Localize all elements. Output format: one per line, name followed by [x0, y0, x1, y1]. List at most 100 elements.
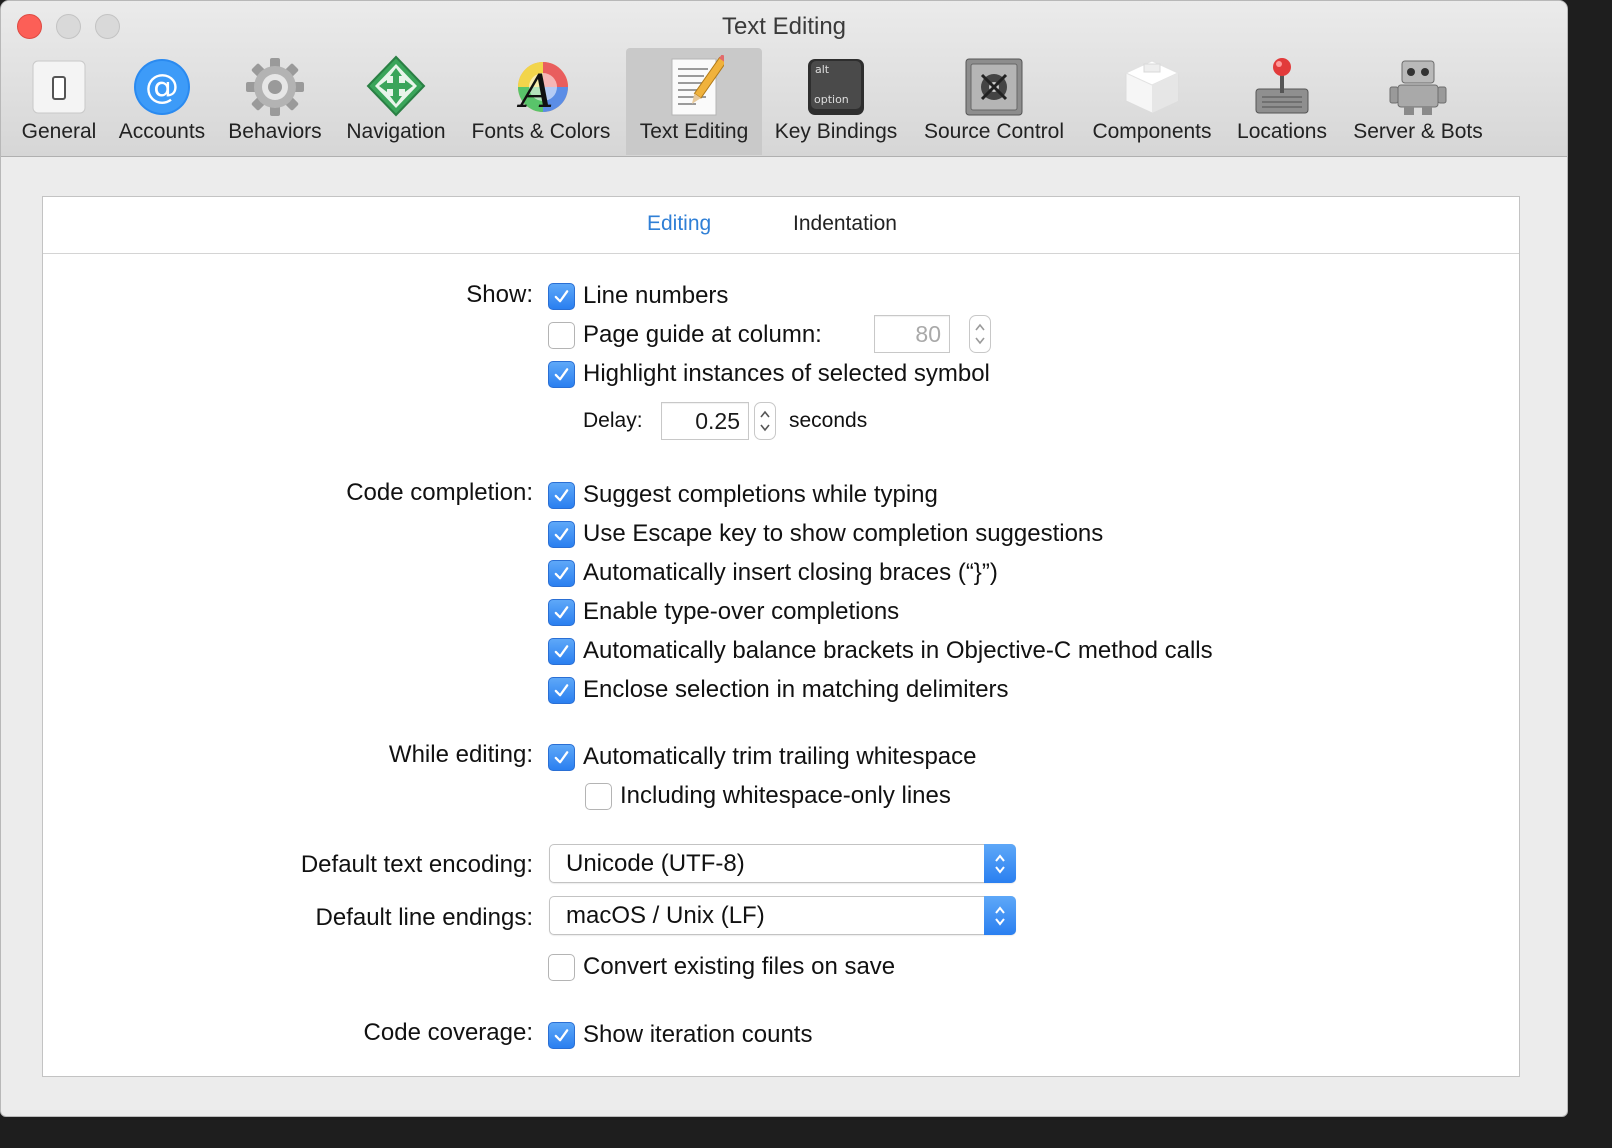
chevron-up-down-icon: [984, 844, 1016, 883]
encoding-popup[interactable]: Unicode (UTF-8): [549, 844, 1016, 883]
highlight-label: Highlight instances of selected symbol: [583, 360, 990, 387]
type-over-checkbox[interactable]: [548, 598, 575, 626]
line-endings-popup[interactable]: macOS / Unix (LF): [549, 896, 1016, 935]
toolbar-item-source-control[interactable]: Source Control: [914, 48, 1074, 155]
highlight-option[interactable]: Highlight instances of selected symbol: [548, 359, 990, 389]
enclose-selection-option[interactable]: Enclose selection in matching delimiters: [548, 675, 1009, 705]
navigation-arrows-icon: [366, 55, 426, 117]
suggest-completions-label: Suggest completions while typing: [583, 481, 938, 508]
while-editing-label: While editing:: [388, 741, 533, 768]
balance-brackets-option[interactable]: Automatically balance brackets in Object…: [548, 636, 1213, 666]
balance-brackets-checkbox[interactable]: [548, 637, 575, 665]
enclose-selection-checkbox[interactable]: [548, 676, 575, 704]
trim-whitespace-checkbox[interactable]: [548, 743, 575, 771]
show-label: Show:: [466, 281, 533, 308]
enclose-selection-label: Enclose selection in matching delimiters: [583, 676, 1009, 703]
toolbar-label-fonts-colors: Fonts & Colors: [471, 120, 611, 143]
tab-bar: Editing Indentation: [43, 197, 1519, 254]
delay-stepper[interactable]: [754, 402, 776, 440]
settings-panel: Editing Indentation Show: Line numbers P…: [42, 196, 1520, 1077]
iteration-counts-checkbox[interactable]: [548, 1021, 575, 1049]
tab-indentation[interactable]: Indentation: [793, 212, 897, 236]
component-box-icon: [1124, 60, 1180, 114]
font-color-wheel-icon: A: [516, 62, 568, 117]
svg-text:A: A: [516, 64, 553, 117]
page-guide-stepper[interactable]: [969, 315, 991, 353]
delay-label: Delay:: [583, 409, 643, 432]
delay-field[interactable]: 0.25: [661, 402, 749, 440]
toolbar-label-navigation: Navigation: [346, 120, 446, 143]
toolbar-label-text-editing: Text Editing: [639, 120, 749, 143]
toolbar-item-components[interactable]: Components: [1083, 48, 1221, 155]
page-guide-checkbox[interactable]: [548, 321, 575, 349]
toolbar-item-locations[interactable]: Locations: [1229, 48, 1335, 155]
type-over-option[interactable]: Enable type-over completions: [548, 597, 899, 627]
toolbar-item-navigation[interactable]: Navigation: [337, 48, 455, 155]
code-completion-label: Code completion:: [346, 479, 533, 506]
toolbar-item-text-editing[interactable]: Text Editing: [626, 48, 762, 155]
convert-files-label: Convert existing files on save: [583, 953, 896, 980]
title-toolbar: Text Editing General @ Accounts Behavior…: [1, 1, 1567, 157]
chevron-up-down-icon: [984, 896, 1016, 935]
line-numbers-checkbox[interactable]: [548, 282, 575, 310]
trim-whitespace-label: Automatically trim trailing whitespace: [583, 743, 977, 770]
page-guide-option[interactable]: Page guide at column:: [548, 320, 822, 350]
whitespace-only-option[interactable]: Including whitespace-only lines: [585, 781, 951, 811]
svg-text:alt: alt: [815, 63, 830, 76]
highlight-checkbox[interactable]: [548, 360, 575, 388]
iteration-counts-label: Show iteration counts: [583, 1021, 813, 1048]
toolbar-item-server-bots[interactable]: Server & Bots: [1344, 48, 1492, 155]
closing-braces-label: Automatically insert closing braces (“}”…: [583, 559, 998, 586]
toolbar-label-locations: Locations: [1237, 120, 1327, 143]
line-numbers-option[interactable]: Line numbers: [548, 281, 728, 311]
closing-braces-checkbox[interactable]: [548, 559, 575, 587]
toolbar-item-accounts[interactable]: @ Accounts: [109, 48, 215, 155]
toolbar-label-key-bindings: Key Bindings: [774, 120, 898, 143]
encoding-label: Default text encoding:: [300, 851, 533, 878]
suggest-completions-option[interactable]: Suggest completions while typing: [548, 480, 938, 510]
window-title: Text Editing: [721, 13, 847, 40]
at-sign-icon: @: [134, 59, 190, 115]
preferences-window: Text Editing General @ Accounts Behavior…: [0, 0, 1568, 1117]
code-coverage-label: Code coverage:: [363, 1019, 533, 1046]
closing-braces-option[interactable]: Automatically insert closing braces (“}”…: [548, 558, 998, 588]
iteration-counts-option[interactable]: Show iteration counts: [548, 1020, 812, 1050]
alt-option-key-icon: alt option: [808, 59, 864, 115]
robot-icon: [1389, 60, 1447, 115]
whitespace-only-checkbox[interactable]: [585, 782, 612, 810]
line-endings-value: macOS / Unix (LF): [566, 902, 765, 929]
vault-safe-icon: [965, 58, 1023, 116]
general-switch-icon: [32, 60, 86, 114]
suggest-completions-checkbox[interactable]: [548, 481, 575, 509]
convert-files-option[interactable]: Convert existing files on save: [548, 952, 895, 982]
page-guide-column-field[interactable]: 80: [874, 315, 950, 353]
line-endings-label: Default line endings:: [315, 904, 533, 931]
type-over-label: Enable type-over completions: [583, 598, 900, 625]
page-guide-label: Page guide at column:: [583, 321, 822, 348]
balance-brackets-label: Automatically balance brackets in Object…: [583, 637, 1213, 664]
svg-text:@: @: [145, 67, 179, 107]
toolbar-label-behaviors: Behaviors: [228, 120, 322, 143]
escape-key-checkbox[interactable]: [548, 520, 575, 548]
toolbar-item-key-bindings[interactable]: alt option Key Bindings: [766, 48, 906, 155]
tab-editing[interactable]: Editing: [647, 212, 711, 236]
toolbar-label-source-control: Source Control: [923, 120, 1065, 143]
delay-unit-label: seconds: [789, 409, 868, 432]
toolbar-label-components: Components: [1092, 120, 1212, 143]
gear-icon: [246, 58, 304, 116]
convert-files-checkbox[interactable]: [548, 953, 575, 981]
toolbar-label-server-bots: Server & Bots: [1353, 120, 1483, 143]
escape-key-option[interactable]: Use Escape key to show completion sugges…: [548, 519, 1103, 549]
toolbar-label-accounts: Accounts: [118, 120, 206, 143]
document-pencil-icon: [671, 55, 724, 116]
toolbar-label-general: General: [21, 120, 97, 143]
escape-key-label: Use Escape key to show completion sugges…: [583, 520, 1104, 547]
encoding-value: Unicode (UTF-8): [566, 850, 745, 877]
toolbar-item-general[interactable]: General: [13, 48, 105, 155]
line-numbers-label: Line numbers: [583, 282, 729, 309]
svg-text:option: option: [814, 93, 849, 106]
toolbar-item-fonts-colors[interactable]: A Fonts & Colors: [461, 48, 621, 155]
whitespace-only-label: Including whitespace-only lines: [620, 782, 951, 809]
trim-whitespace-option[interactable]: Automatically trim trailing whitespace: [548, 742, 976, 772]
toolbar-item-behaviors[interactable]: Behaviors: [221, 48, 329, 155]
